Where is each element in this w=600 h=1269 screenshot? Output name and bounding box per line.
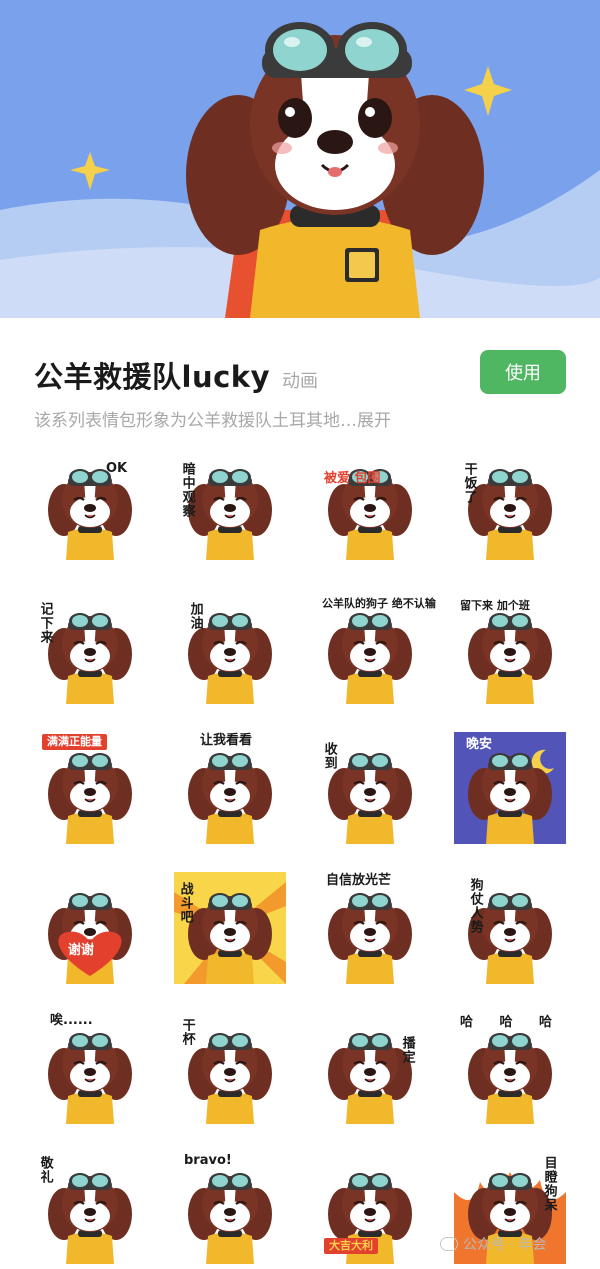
- sticker-caption: 战斗吧: [177, 882, 193, 924]
- watermark-text: 公众号 · 年会: [463, 1237, 547, 1253]
- sticker-caption: 收到: [321, 742, 337, 770]
- sticker-cheer[interactable]: 加油: [174, 592, 286, 704]
- dog-sticker-icon: [48, 893, 132, 984]
- sticker-haha[interactable]: 哈 哈 哈: [454, 1012, 566, 1124]
- sticker-positive-energy[interactable]: 满满正能量: [34, 732, 146, 844]
- sticker-backed-up[interactable]: 狗仗人势: [454, 872, 566, 984]
- sticker-caption: 记下来: [37, 602, 53, 644]
- title-row: 公羊救援队lucky 动画: [34, 354, 318, 396]
- sticker-caption: 大吉大利: [324, 1238, 378, 1254]
- sticker-caption: 敬礼: [37, 1156, 53, 1184]
- sticker-meal-time[interactable]: 干饭了: [454, 448, 566, 560]
- sticker-caption: 晚安: [466, 737, 493, 752]
- pack-banner: [0, 0, 600, 318]
- sticker-bravo[interactable]: bravo!: [174, 1152, 286, 1264]
- sticker-caption: 被爱 包围: [324, 471, 381, 486]
- sticker-surrounded-by-love[interactable]: 被爱 包围: [314, 448, 426, 560]
- sticker-caption: bravo!: [184, 1153, 232, 1168]
- description-text: 该系列表情包形象为公羊救援队土耳其地…: [34, 411, 357, 431]
- sticker-caption: 狗仗人势: [467, 878, 483, 934]
- dog-sticker-icon: [48, 469, 132, 560]
- sticker-caption: 干饭了: [461, 462, 477, 504]
- sticker-overtime[interactable]: 留下来 加个班: [454, 592, 566, 704]
- expand-link[interactable]: 展开: [357, 411, 391, 431]
- sticker-good-night[interactable]: 晚安: [454, 732, 566, 844]
- sticker-let-me-see[interactable]: 让我看看: [174, 732, 286, 844]
- pack-description: 该系列表情包形象为公羊救援队土耳其地…展开: [34, 406, 391, 431]
- sticker-ok[interactable]: OK: [34, 448, 146, 560]
- sticker-caption: 满满正能量: [42, 734, 107, 750]
- sticker-settled[interactable]: 播定: [314, 1012, 426, 1124]
- sticker-shine-confidently[interactable]: 自信放光芒: [314, 872, 426, 984]
- sticker-note-down[interactable]: 记下来: [34, 592, 146, 704]
- sticker-caption: 唉......: [50, 1013, 93, 1028]
- dog-sticker-icon: [328, 893, 412, 984]
- sticker-salute[interactable]: 敬礼: [34, 1152, 146, 1264]
- sticker-caption: OK: [106, 461, 128, 476]
- use-button[interactable]: 使用: [480, 350, 566, 394]
- watermark: 公众号 · 年会: [440, 1234, 546, 1254]
- sticker-caption: 目瞪狗呆: [541, 1156, 557, 1212]
- dog-sticker-icon: [188, 753, 272, 844]
- sticker-caption: 让我看看: [200, 733, 253, 748]
- pack-title: 公羊救援队lucky: [34, 360, 270, 394]
- sticker-caption: 公羊队的狗子 绝不认输: [322, 597, 436, 610]
- sticker-caption: 自信放光芒: [326, 873, 392, 888]
- sticker-received[interactable]: 收到: [314, 732, 426, 844]
- sticker-fight[interactable]: 战斗吧: [174, 872, 286, 984]
- sticker-sigh[interactable]: 唉......: [34, 1012, 146, 1124]
- sticker-caption: 谢谢: [68, 943, 95, 958]
- dog-sticker-icon: [328, 1033, 412, 1124]
- sticker-caption: 加油: [187, 602, 203, 630]
- wechat-icon: [440, 1237, 458, 1251]
- sticker-thanks[interactable]: 谢谢: [34, 872, 146, 984]
- dog-sticker-icon: [328, 469, 412, 560]
- banner-illustration: [0, 0, 600, 318]
- sticker-caption: 暗中观察: [179, 462, 195, 518]
- sticker-good-luck[interactable]: 大吉大利: [314, 1152, 426, 1264]
- sticker-secret-watch[interactable]: 暗中观察: [174, 448, 286, 560]
- pack-info: 公羊救援队lucky 动画 使用 该系列表情包形象为公羊救援队土耳其地…展开: [0, 318, 600, 438]
- sticker-caption: 留下来 加个班: [460, 599, 530, 612]
- dog-sticker-icon: [188, 1173, 272, 1264]
- sticker-caption: 干杯: [179, 1018, 195, 1046]
- sticker-caption: 播定: [399, 1036, 415, 1064]
- sticker-never-give-up[interactable]: 公羊队的狗子 绝不认输: [314, 592, 436, 704]
- sticker-caption: 哈 哈 哈: [460, 1015, 553, 1030]
- sticker-cheers[interactable]: 干杯: [174, 1012, 286, 1124]
- animated-tag: 动画: [281, 371, 318, 392]
- dog-sticker-icon: [48, 1033, 132, 1124]
